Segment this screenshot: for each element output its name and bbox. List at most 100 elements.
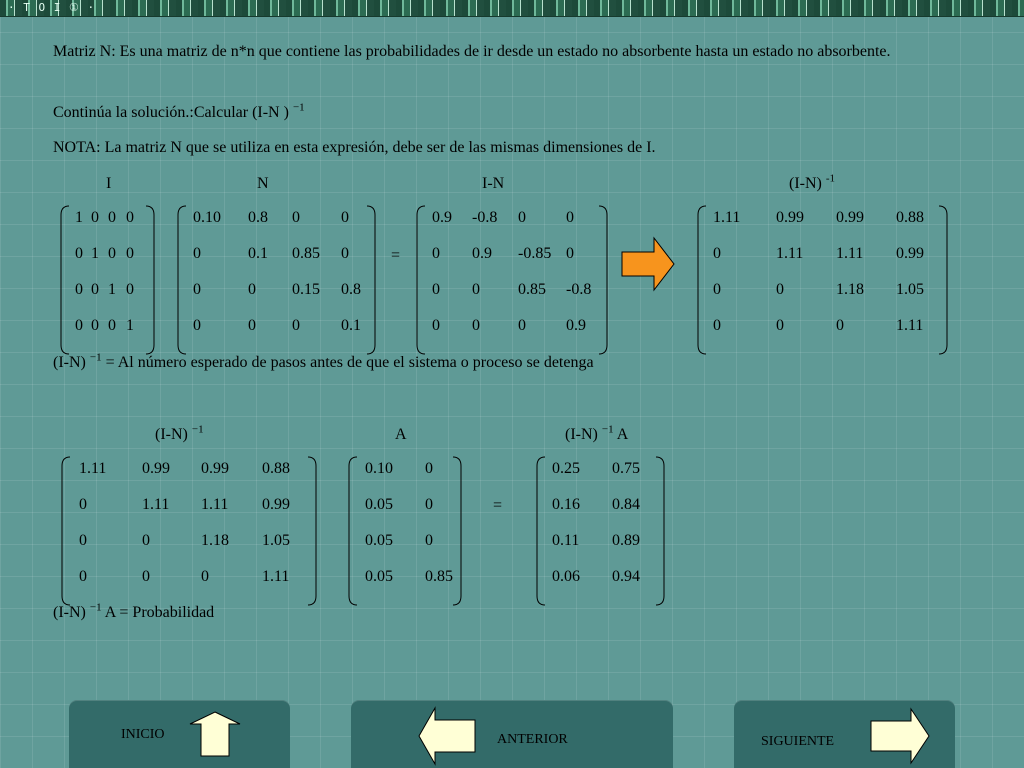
matrix-i-cell: 1 (91, 245, 99, 262)
label-i-minus-n-inverse-2: (I-N) −1 (155, 423, 204, 443)
matrix-i-cell: 1 (108, 281, 116, 298)
matrix-left-bracket (697, 205, 707, 355)
matrix-i-minus-n-inverse-cell: 0.99 (836, 209, 864, 226)
matrix-n-cell: 0 (341, 245, 349, 262)
matrix-i-minus-n-inverse-a-cell: 0.06 (552, 568, 580, 585)
matrix-i-minus-n-inverse-2-cell: 0.99 (142, 460, 170, 477)
matrix-i-cell: 0 (108, 245, 116, 262)
matrix-left-bracket (536, 456, 546, 606)
matrix-i-minus-n-cell: 0 (432, 245, 440, 262)
matrix-right-bracket (655, 456, 665, 606)
matrix-n-cell: 0.8 (341, 281, 361, 298)
matrix-n-cell: 0 (193, 245, 201, 262)
matrix-i-minus-n-inverse-cell: 0 (713, 281, 721, 298)
matrix-i-cell: 0 (126, 245, 134, 262)
matrix-left-bracket (61, 456, 71, 606)
matrix-i-minus-n-inverse-a-cell: 0.84 (612, 496, 640, 513)
matrix-i-minus-n-cell: 0.85 (518, 281, 546, 298)
matrix-n-cell: 0 (248, 317, 256, 334)
matrix-right-bracket (452, 456, 462, 606)
probability-definition: (I-N) −1 A = Probabilidad (53, 601, 215, 621)
matrix-right-bracket (366, 205, 376, 355)
matrix-n-cell: 0.85 (292, 245, 320, 262)
matrix-i-minus-n-inverse-a-cell: 0.11 (552, 532, 580, 549)
top-decorative-banner: · T O I ① · (0, 0, 1024, 17)
matrix-n-cell: 0.15 (292, 281, 320, 298)
matrix-i-cell: 1 (126, 317, 134, 334)
matrix-i-cell: 0 (75, 281, 83, 298)
matrix-i-minus-n-inverse-cell: 0 (713, 317, 721, 334)
matrix-i-minus-n-cell: -0.85 (518, 245, 552, 262)
matrix-i-minus-n-cell: 0 (472, 317, 480, 334)
matrix-i-minus-n-inverse-2-cell: 0 (79, 532, 87, 549)
label-i-minus-n: I-N (482, 175, 505, 192)
siguiente-right-arrow-button[interactable] (869, 707, 931, 765)
matrix-i-minus-n-inverse-cell: 1.11 (836, 245, 864, 262)
matrix-right-bracket (145, 205, 155, 355)
matrix-left-bracket (416, 205, 426, 355)
matrix-i-cell: 0 (91, 209, 99, 226)
matrix-i-cell: 0 (108, 317, 116, 334)
anterior-label[interactable]: ANTERIOR (497, 732, 568, 748)
matrix-i-minus-n-cell: 0 (518, 209, 526, 226)
matrix-i-minus-n-inverse-2-cell: 0.88 (262, 460, 290, 477)
matrix-i-minus-n-inverse-cell: 1.11 (713, 209, 741, 226)
matrix-a-cell: 0.05 (365, 568, 393, 585)
matrix-i-cell: 0 (75, 317, 83, 334)
matrix-i-minus-n-inverse-cell: 1.11 (896, 317, 924, 334)
matrix-n-cell: 0.10 (193, 209, 221, 226)
matrix-i-minus-n-inverse-a-cell: 0.89 (612, 532, 640, 549)
nav-panel-siguiente: SIGUIENTE (734, 700, 955, 768)
matrix-i-minus-n-inverse-cell: 1.05 (896, 281, 924, 298)
matrix-a-cell: 0.85 (425, 568, 453, 585)
matrix-i-cell: 0 (126, 281, 134, 298)
matrix-i-minus-n-inverse-2-cell: 1.11 (262, 568, 290, 585)
label-i: I (106, 175, 112, 192)
matrix-i-minus-n-cell: 0.9 (566, 317, 586, 334)
matrix-i-minus-n-inverse-a-cell: 0.16 (552, 496, 580, 513)
matrix-i-minus-n-inverse-2-cell: 0.99 (201, 460, 229, 477)
matrix-i-minus-n-inverse-2-cell: 0 (142, 532, 150, 549)
matrix-i-minus-n-cell: 0.9 (472, 245, 492, 262)
matrix-i-minus-n-inverse-2-cell: 1.11 (79, 460, 107, 477)
matrix-i-minus-n-cell: -0.8 (472, 209, 498, 226)
nav-panel-anterior: ANTERIOR (351, 700, 673, 768)
matrix-n-cell: 0 (292, 209, 300, 226)
siguiente-label[interactable]: SIGUIENTE (761, 734, 834, 750)
matrix-n-cell: 0 (193, 317, 201, 334)
continue-solution-line: Continúa la solución.:Calcular (I-N ) −1 (53, 101, 305, 121)
matrix-i-minus-n-inverse-2-cell: 0 (142, 568, 150, 585)
matrix-right-bracket (938, 205, 948, 355)
matrix-n-cell: 0 (341, 209, 349, 226)
matrix-a-cell: 0 (425, 532, 433, 549)
matrix-i-minus-n-inverse-2-cell: 1.05 (262, 532, 290, 549)
matrix-i-cell: 0 (91, 317, 99, 334)
matrix-i-minus-n-inverse-a-cell: 0.25 (552, 460, 580, 477)
label-a: A (395, 426, 407, 443)
matrix-n-cell: 0 (248, 281, 256, 298)
inicio-up-arrow-button[interactable] (186, 710, 244, 758)
note-line: NOTA: La matriz N que se utiliza en esta… (53, 139, 656, 156)
matrix-i-minus-n-inverse-a-cell: 0.94 (612, 568, 640, 585)
matrix-i-minus-n-inverse-cell: 0 (776, 281, 784, 298)
matrix-i-minus-n-inverse-cell: 0.88 (896, 209, 924, 226)
matrix-left-bracket (177, 205, 187, 355)
matrix-i-cell: 0 (75, 245, 83, 262)
expected-steps-definition: (I-N) −1 = Al número esperado de pasos a… (53, 351, 594, 371)
matrix-i-cell: 0 (126, 209, 134, 226)
matrix-i-minus-n-cell: 0 (566, 245, 574, 262)
matrix-i-minus-n-cell: -0.8 (566, 281, 592, 298)
matrix-i-minus-n-inverse-a-cell: 0.75 (612, 460, 640, 477)
matrix-i-minus-n-inverse-cell: 0.99 (896, 245, 924, 262)
matrix-i-minus-n-cell: 0.9 (432, 209, 452, 226)
matrix-right-bracket (598, 205, 608, 355)
inicio-label[interactable]: INICIO (121, 727, 165, 743)
banner-glyphs: · T O I ① · (8, 1, 96, 14)
matrix-left-bracket (348, 456, 358, 606)
matrix-i-minus-n-inverse-2-cell: 0 (201, 568, 209, 585)
matrix-i-minus-n-cell: 0 (518, 317, 526, 334)
matrix-i-minus-n-inverse-cell: 0 (713, 245, 721, 262)
matrix-n-cell: 0.1 (341, 317, 361, 334)
anterior-left-arrow-button[interactable] (417, 706, 477, 766)
matrix-i-minus-n-cell: 0 (472, 281, 480, 298)
